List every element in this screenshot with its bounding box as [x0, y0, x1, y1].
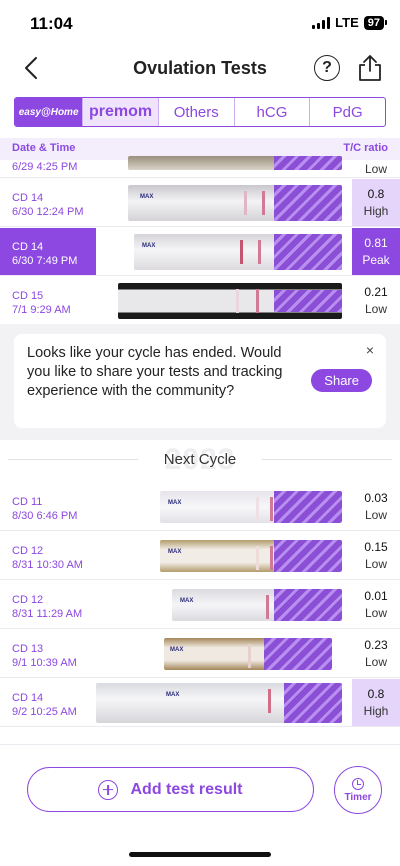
row-datetime: CD 14 6/30 7:49 PM — [12, 241, 78, 267]
tab-hcg[interactable]: hCG — [233, 98, 310, 126]
add-test-result-button[interactable]: Add test result — [27, 767, 314, 812]
row-datetime: CD 13 9/1 10:39 AM — [12, 643, 77, 669]
row-ratio: Low — [364, 161, 387, 176]
row-ratio: 0.81 Peak — [352, 228, 400, 275]
plus-circle-icon — [98, 779, 119, 800]
table-row[interactable]: CD 11 8/30 6:46 PM MAX 0.03 Low — [0, 483, 400, 531]
table-row[interactable]: CD 12 8/31 10:30 AM MAX 0.15 Low — [0, 532, 400, 580]
tab-pdg[interactable]: PdG — [309, 98, 385, 126]
column-date-time: Date & Time — [12, 142, 76, 154]
network-label: LTE — [335, 15, 359, 30]
signal-icon — [312, 16, 331, 29]
row-datetime: 6/29 4:25 PM — [12, 161, 78, 173]
table-row[interactable]: CD 14 6/30 7:49 PM MAX 0.81 Peak — [0, 228, 400, 276]
test-strip-image — [128, 156, 342, 170]
row-datetime: CD 14 9/2 10:25 AM — [12, 692, 77, 718]
test-strip-image: MAX — [172, 589, 342, 621]
row-ratio: 0.8 High — [352, 679, 400, 726]
table-row[interactable]: CD 12 8/31 11:29 AM MAX 0.01 Low — [0, 581, 400, 629]
help-icon: ? — [322, 59, 332, 76]
table-row[interactable]: CD 15 7/1 9:29 AM 0.21 Low — [0, 277, 400, 325]
row-ratio: 0.21 Low — [364, 284, 388, 316]
test-strip-image: MAX — [128, 185, 342, 221]
column-tc-ratio: T/C ratio — [343, 142, 388, 154]
home-indicator — [129, 852, 271, 857]
next-cycle-label: Next Cycle — [163, 451, 237, 468]
row-datetime: CD 12 8/31 11:29 AM — [12, 594, 83, 620]
row-ratio: 0.01 Low — [364, 588, 388, 620]
clock-icon — [352, 777, 364, 790]
battery-icon: 97 — [363, 15, 388, 30]
tab-others[interactable]: Others — [157, 98, 234, 126]
tab-easyhome[interactable]: easy@Home — [15, 98, 83, 126]
brand-tabs: easy@Home premom Others hCG PdG — [14, 97, 386, 127]
status-bar: 11:04 LTE 97 — [0, 0, 400, 44]
row-datetime: CD 12 8/31 10:30 AM — [12, 545, 83, 571]
cycle-end-message: Looks like your cycle has ended. Would y… — [27, 345, 283, 399]
test-strip-image: MAX — [160, 540, 342, 572]
table-row[interactable]: CD 14 9/2 10:25 AM MAX 0.8 High — [0, 679, 400, 727]
status-time: 11:04 — [30, 14, 73, 33]
page-title: Ovulation Tests — [133, 58, 267, 78]
test-strip-image: MAX — [164, 638, 332, 670]
share-icon — [359, 55, 381, 81]
test-strip-image: MAX — [160, 491, 342, 523]
help-button[interactable]: ? — [314, 55, 340, 81]
row-ratio: 0.15 Low — [364, 539, 388, 571]
next-cycle-divider: 2023 Next Cycle — [0, 440, 400, 480]
share-community-button[interactable]: Share — [311, 369, 372, 392]
status-indicators: LTE 97 — [312, 15, 388, 30]
table-row[interactable]: CD 14 6/30 12:24 PM MAX 0.8 High — [0, 179, 400, 227]
timer-label: Timer — [344, 791, 372, 803]
table-row[interactable]: 6/29 4:25 PM Low — [0, 156, 400, 178]
test-strip-image: MAX — [134, 234, 342, 270]
cycle-end-card: Looks like your cycle has ended. Would y… — [14, 334, 386, 428]
row-ratio: 0.8 High — [352, 179, 400, 226]
table-row[interactable]: CD 13 9/1 10:39 AM MAX 0.23 Low — [0, 630, 400, 678]
tab-premom[interactable]: premom — [82, 98, 158, 126]
row-datetime: CD 15 7/1 9:29 AM — [12, 290, 71, 316]
close-icon[interactable]: × — [366, 342, 374, 358]
test-strip-image: MAX — [96, 683, 342, 723]
bottom-divider — [0, 744, 400, 745]
row-ratio: 0.23 Low — [364, 637, 388, 669]
row-ratio: 0.03 Low — [364, 490, 388, 522]
row-datetime: CD 11 8/30 6:46 PM — [12, 496, 78, 522]
nav-header: Ovulation Tests ? — [0, 44, 400, 92]
add-test-result-label: Add test result — [130, 780, 243, 798]
row-datetime: CD 14 6/30 12:24 PM — [12, 192, 84, 218]
share-button[interactable] — [356, 53, 384, 83]
test-strip-image — [118, 283, 342, 319]
timer-button[interactable]: Timer — [334, 766, 382, 814]
